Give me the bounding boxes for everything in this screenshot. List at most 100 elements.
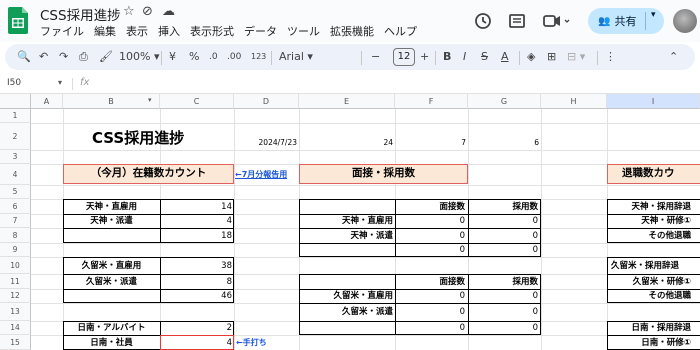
cell-e7[interactable]: 天神・直雇用 [299, 214, 393, 228]
cell-f14[interactable]: 0 [395, 321, 465, 335]
percent-button[interactable]: % [189, 50, 199, 64]
strikethrough-icon[interactable]: S [481, 50, 488, 64]
cell-c7[interactable]: 4 [160, 214, 232, 228]
search-icon[interactable]: 🔍 [17, 50, 31, 64]
column-header-h[interactable]: H [541, 94, 607, 109]
menu-view[interactable]: 表示 [126, 23, 148, 39]
cell-f7[interactable]: 0 [395, 214, 465, 228]
cell-g12[interactable]: 0 [468, 289, 538, 303]
row-header-2[interactable]: 2 [0, 123, 31, 150]
cell-b11[interactable]: 久留米・派遣 [63, 275, 160, 289]
fill-color-icon[interactable]: ◈ [527, 50, 535, 64]
cell-g9[interactable]: 0 [468, 243, 538, 257]
column-header-a[interactable]: A [31, 94, 63, 109]
menu-edit[interactable]: 編集 [94, 23, 116, 39]
cell-i6[interactable]: 天神・採用辞退 [607, 200, 691, 214]
menu-file[interactable]: ファイル [40, 23, 84, 39]
cell-c14[interactable]: 2 [160, 321, 232, 335]
select-all-corner[interactable] [0, 94, 31, 109]
row-header-7[interactable]: 7 [0, 214, 31, 228]
cell-b6[interactable]: 天神・直雇用 [63, 200, 160, 214]
menu-data[interactable]: データ [244, 23, 277, 39]
row-header-9[interactable]: 9 [0, 243, 31, 257]
meet-icon[interactable] [540, 9, 574, 33]
cell-g8[interactable]: 0 [468, 229, 538, 243]
filter-dropdown-icon[interactable]: ▾ [148, 96, 152, 104]
italic-icon[interactable]: I [463, 50, 466, 64]
star-icon[interactable]: ☆ [123, 4, 135, 19]
borders-icon[interactable]: ⊞ [547, 50, 556, 64]
row-header-13[interactable]: 13 [0, 303, 31, 321]
row-header-5[interactable]: 5 [0, 185, 31, 199]
cell-c10[interactable]: 38 [160, 259, 232, 273]
row-header-8[interactable]: 8 [0, 228, 31, 243]
bold-icon[interactable]: B [443, 50, 451, 64]
cell-f6[interactable]: 面接数 [395, 200, 465, 214]
cell-g11[interactable]: 採用数 [468, 275, 538, 289]
column-header-b[interactable]: B [63, 94, 160, 109]
cell-e12[interactable]: 久留米・直雇用 [299, 289, 393, 303]
cloud-status-icon[interactable]: ☁ [162, 4, 175, 19]
share-button[interactable]: 👥 共有 ▾ [588, 8, 664, 34]
cell-c15[interactable]: 4 [160, 336, 232, 350]
cell-b15[interactable]: 日南・社員 [63, 336, 160, 350]
document-title[interactable]: CSS採用進捗 [40, 4, 121, 24]
cell-g6[interactable]: 採用数 [468, 200, 538, 214]
cell-c11[interactable]: 8 [160, 275, 232, 289]
share-dropdown-icon[interactable]: ▾ [651, 10, 656, 20]
cell-b7[interactable]: 天神・派遣 [63, 214, 160, 228]
menu-insert[interactable]: 挿入 [158, 23, 180, 39]
cell-i10[interactable]: 久留米・採用辞退 [611, 259, 700, 273]
cell-f11[interactable]: 面接数 [395, 275, 465, 289]
column-header-g[interactable]: G [468, 94, 541, 109]
row-header-15[interactable]: 15 [0, 335, 31, 350]
menu-help[interactable]: ヘルプ [384, 23, 417, 39]
undo-icon[interactable]: ↶ [39, 50, 48, 64]
column-header-i[interactable]: I [607, 94, 700, 109]
cell-i7[interactable]: 天神・研修① [607, 214, 691, 228]
comment-icon[interactable] [505, 9, 529, 33]
cell-c6[interactable]: 14 [160, 200, 232, 214]
row-header-11[interactable]: 11 [0, 274, 31, 289]
number-format-button[interactable]: 123 [251, 50, 266, 64]
column-header-f[interactable]: F [395, 94, 468, 109]
name-box[interactable]: I50 [7, 78, 21, 88]
cell-g13[interactable]: 0 [468, 305, 538, 319]
row-header-6[interactable]: 6 [0, 199, 31, 214]
row-header-14[interactable]: 14 [0, 321, 31, 335]
cell-b10[interactable]: 久留米・直雇用 [63, 259, 160, 273]
column-header-d[interactable]: D [234, 94, 299, 109]
cell-c12[interactable]: 46 [160, 289, 232, 303]
column-header-c[interactable]: C [160, 94, 234, 109]
decrease-font-size-icon[interactable]: − [371, 50, 380, 64]
decrease-decimal-button[interactable]: .0 [209, 50, 218, 64]
currency-button[interactable]: ¥ [169, 50, 176, 64]
cell-i15[interactable]: 日南・研修① [607, 336, 691, 350]
move-folder-icon[interactable]: ⊘ [142, 4, 153, 19]
increase-font-size-icon[interactable]: + [420, 50, 429, 64]
cell-e8[interactable]: 天神・派遣 [299, 229, 393, 243]
row-header-4[interactable]: 4 [0, 164, 31, 185]
row-header-10[interactable]: 10 [0, 257, 31, 274]
cell-f9[interactable]: 0 [395, 243, 465, 257]
cell-c8[interactable]: 18 [160, 229, 232, 243]
merge-cells-icon[interactable]: ⊟ ▾ [567, 50, 585, 64]
print-icon[interactable]: ⎙ [79, 50, 88, 64]
zoom-select[interactable]: 100% ▾ [119, 50, 159, 64]
font-select[interactable]: Arial ▾ [279, 50, 313, 64]
collapse-toolbar-icon[interactable]: ⌃ [669, 50, 678, 64]
cell-i12[interactable]: その他退職 [607, 289, 691, 303]
cell-e13[interactable]: 久留米・派遣 [299, 305, 393, 319]
cell-i11[interactable]: 久留米・研修① [607, 275, 691, 289]
name-box-dropdown-icon[interactable]: ▾ [58, 78, 62, 87]
cell-i8[interactable]: その他退職 [607, 229, 691, 243]
row-header-12[interactable]: 12 [0, 289, 31, 303]
cell-b14[interactable]: 日南・アルバイト [63, 321, 160, 335]
cell-i14[interactable]: 日南・採用辞退 [607, 321, 691, 335]
row-header-3[interactable]: 3 [0, 150, 31, 164]
menu-extensions[interactable]: 拡張機能 [330, 23, 374, 39]
menu-format[interactable]: 表示形式 [190, 23, 234, 39]
paint-format-icon[interactable]: 🖌 [99, 50, 113, 64]
text-color-icon[interactable]: A [501, 50, 509, 64]
cell-d2[interactable]: 2024/7/23 [234, 136, 297, 150]
